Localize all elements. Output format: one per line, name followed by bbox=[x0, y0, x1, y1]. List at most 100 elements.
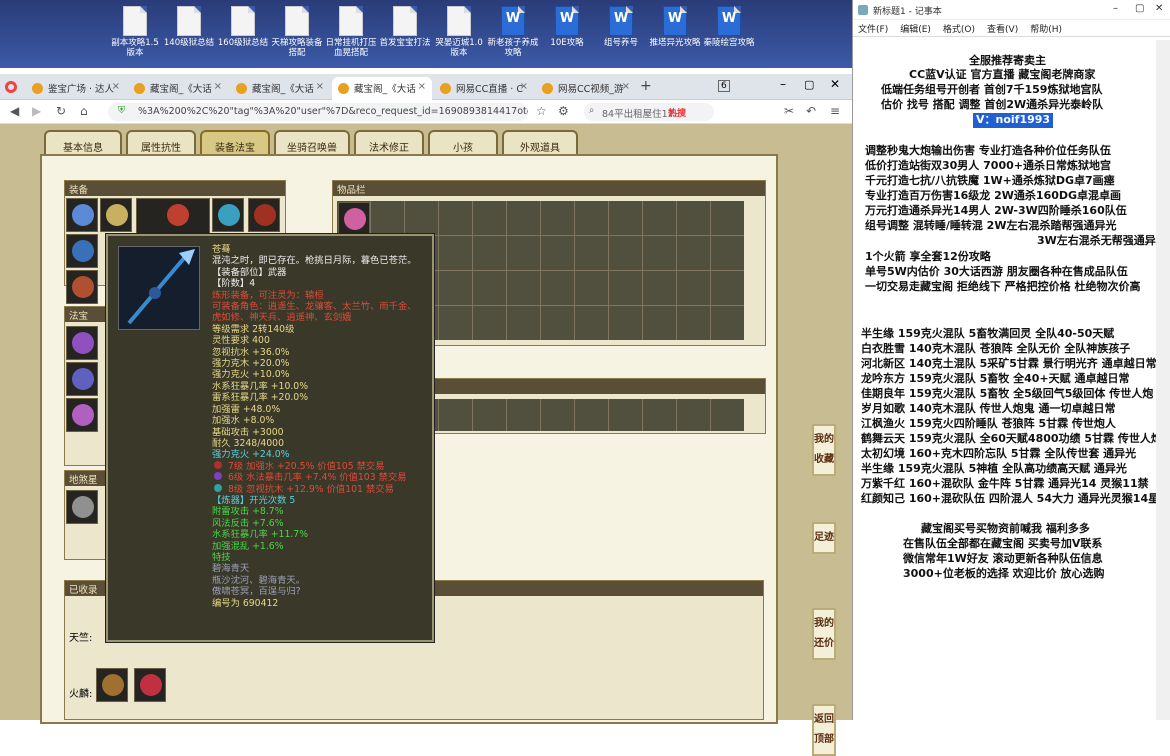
side-button[interactable]: 足迹 bbox=[812, 522, 836, 554]
huoqi-slot-1[interactable] bbox=[96, 668, 128, 702]
tab-close-icon[interactable]: × bbox=[214, 81, 222, 92]
desktop-icon[interactable]: 推塔异光攻略 bbox=[648, 6, 702, 48]
equip-slot-helmet[interactable] bbox=[66, 198, 98, 232]
inventory-cell[interactable] bbox=[439, 236, 472, 270]
inventory-cell[interactable] bbox=[643, 306, 676, 340]
huoqi-slot-2[interactable] bbox=[134, 668, 166, 702]
side-button[interactable]: 我的还价 bbox=[812, 608, 836, 660]
tab-close-icon[interactable]: × bbox=[316, 81, 324, 92]
inventory-cell[interactable] bbox=[541, 306, 574, 340]
inventory-cell[interactable] bbox=[643, 271, 676, 305]
inventory-cell[interactable] bbox=[473, 236, 506, 270]
inventory-cell[interactable] bbox=[711, 201, 744, 235]
inventory-cell[interactable] bbox=[507, 399, 540, 431]
inventory-cell[interactable] bbox=[677, 236, 710, 270]
browser-tab[interactable]: 鉴宝广场 · 达人 × bbox=[26, 77, 126, 100]
browser-menu-icon[interactable] bbox=[5, 81, 17, 93]
inventory-cell[interactable] bbox=[439, 201, 472, 235]
inventory-cell[interactable] bbox=[677, 306, 710, 340]
inventory-cell[interactable] bbox=[609, 201, 642, 235]
new-tab-button[interactable]: + bbox=[640, 78, 652, 94]
tab-close-icon[interactable]: × bbox=[112, 81, 120, 92]
inventory-cell[interactable] bbox=[609, 236, 642, 270]
browser-tab[interactable]: 藏宝阁_《大话 × bbox=[230, 77, 330, 100]
extensions-icon[interactable]: ⚙ bbox=[558, 104, 569, 118]
star-icon[interactable]: ☆ bbox=[536, 104, 547, 118]
inventory-cell[interactable] bbox=[711, 271, 744, 305]
restore-icon[interactable]: ▢ bbox=[804, 78, 814, 91]
side-button[interactable]: 返回顶部 bbox=[812, 704, 836, 756]
notepad-menu-item[interactable]: 格式(O) bbox=[943, 25, 975, 35]
inventory-cell[interactable] bbox=[711, 399, 744, 431]
inventory-cell[interactable] bbox=[507, 271, 540, 305]
inventory-cell[interactable] bbox=[677, 271, 710, 305]
inventory-cell[interactable] bbox=[541, 201, 574, 235]
inventory-cell[interactable] bbox=[439, 399, 472, 431]
equip-slot-portrait[interactable] bbox=[136, 198, 210, 234]
desktop-icon[interactable]: 日常挂机打压血晃搭配 bbox=[324, 6, 378, 58]
notepad-scrollbar[interactable] bbox=[1156, 40, 1170, 720]
reload-icon[interactable]: ↻ bbox=[56, 104, 66, 118]
browser-tab[interactable]: 藏宝阁_《大话 × bbox=[128, 77, 228, 100]
desktop-icon[interactable]: 天梯攻略装备搭配 bbox=[270, 6, 324, 58]
inventory-cell[interactable] bbox=[473, 201, 506, 235]
inventory-cell[interactable] bbox=[677, 399, 710, 431]
equip-slot-misc[interactable] bbox=[248, 198, 280, 232]
inventory-cell[interactable] bbox=[575, 399, 608, 431]
equip-slot-wings[interactable] bbox=[212, 198, 244, 232]
notepad-menu-item[interactable]: 查看(V) bbox=[987, 25, 1018, 35]
desktop-icon[interactable]: 140级狱总结 bbox=[162, 6, 216, 48]
inventory-cell[interactable] bbox=[541, 236, 574, 270]
inventory-item-1[interactable] bbox=[338, 202, 370, 236]
desktop-icon[interactable]: 新老孩子养成攻略 bbox=[486, 6, 540, 58]
browser-tab[interactable]: 网易CC视频_游 × bbox=[536, 77, 636, 100]
inventory-cell[interactable] bbox=[507, 236, 540, 270]
inventory-cell[interactable] bbox=[609, 306, 642, 340]
equip-slot-weapon[interactable] bbox=[66, 234, 98, 268]
inventory-cell[interactable] bbox=[507, 306, 540, 340]
hot-search-badge[interactable]: 热搜 bbox=[668, 106, 686, 119]
inventory-cell[interactable] bbox=[541, 271, 574, 305]
tab-count[interactable]: 6 bbox=[718, 80, 730, 92]
cut-icon[interactable]: ✂ bbox=[784, 104, 794, 118]
inventory-cell[interactable] bbox=[507, 201, 540, 235]
inventory-cell[interactable] bbox=[371, 201, 404, 235]
desktop-icon[interactable]: 组号养号 bbox=[594, 6, 648, 48]
tab-close-icon[interactable]: × bbox=[418, 81, 426, 92]
inventory-cell[interactable] bbox=[711, 306, 744, 340]
notepad-menu-item[interactable]: 帮助(H) bbox=[1030, 25, 1062, 35]
inventory-cell[interactable] bbox=[711, 236, 744, 270]
inventory-cell[interactable] bbox=[439, 271, 472, 305]
close-icon[interactable]: ✕ bbox=[830, 77, 840, 91]
notepad-close-icon[interactable]: ✕ bbox=[1155, 3, 1163, 14]
notepad-menu-item[interactable]: 编辑(E) bbox=[900, 25, 931, 35]
back-icon[interactable]: ◀ bbox=[10, 104, 19, 118]
inventory-cell[interactable] bbox=[541, 399, 574, 431]
inventory-cell[interactable] bbox=[473, 271, 506, 305]
url-input[interactable]: ⛨ %3A%200%2C%20"tag"%3A%20"user"%7D&reco_… bbox=[108, 103, 528, 121]
notepad-menu-item[interactable]: 文件(F) bbox=[858, 25, 888, 35]
inventory-cell[interactable] bbox=[575, 201, 608, 235]
inventory-cell[interactable] bbox=[439, 306, 472, 340]
search-input[interactable]: ⌕ 84平出租屋住17.. bbox=[584, 103, 714, 121]
inventory-cell[interactable] bbox=[473, 399, 506, 431]
forward-icon[interactable]: ▶ bbox=[32, 104, 41, 118]
ground-slot-1[interactable] bbox=[66, 490, 98, 524]
inventory-cell[interactable] bbox=[643, 201, 676, 235]
fabao-slot-3[interactable] bbox=[66, 398, 98, 432]
desktop-icon[interactable]: 10E攻略 bbox=[540, 6, 594, 48]
desktop-icon[interactable]: 秦陵绘宫攻略 bbox=[702, 6, 756, 48]
inventory-cell[interactable] bbox=[575, 306, 608, 340]
tab-close-icon[interactable]: × bbox=[622, 81, 630, 92]
notepad-maximize-icon[interactable]: ▢ bbox=[1135, 3, 1144, 14]
inventory-cell[interactable] bbox=[609, 399, 642, 431]
desktop-icon[interactable]: 哭晏迈城1.0版本 bbox=[432, 6, 486, 58]
browser-tab[interactable]: 藏宝阁_《大话 × bbox=[332, 77, 432, 100]
inventory-cell[interactable] bbox=[609, 271, 642, 305]
desktop-icon[interactable]: 副本攻略1.5版本 bbox=[108, 6, 162, 58]
side-button[interactable]: 我的收藏 bbox=[812, 424, 836, 476]
browser-tab[interactable]: 网易CC直播 · C × bbox=[434, 77, 534, 100]
inventory-cell[interactable] bbox=[677, 201, 710, 235]
minimize-icon[interactable]: – bbox=[780, 77, 786, 91]
home-icon[interactable]: ⌂ bbox=[80, 104, 88, 118]
